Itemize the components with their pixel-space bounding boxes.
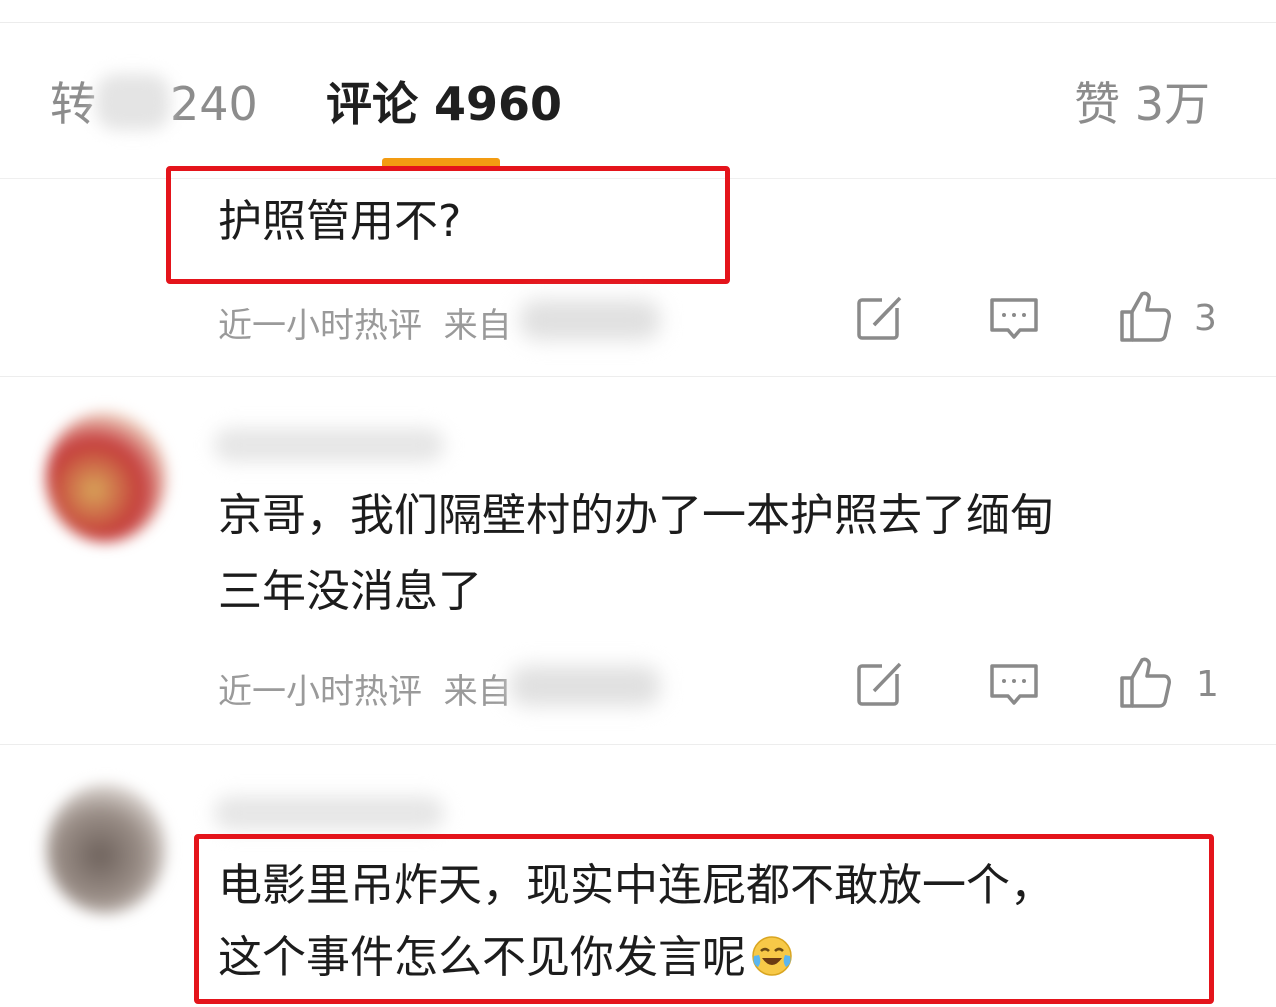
comment-text-line-1: 电影里吊炸天，现实中连屁都不敢放一个， (218, 860, 1054, 911)
tab-reposts-count: 240 (170, 77, 258, 131)
comment-time: 近一小时热评 来自 (218, 298, 512, 347)
like-icon[interactable] (1118, 288, 1174, 344)
laugh-cry-emoji-icon (752, 936, 792, 976)
tab-comments[interactable]: 评论 4960 (326, 78, 562, 130)
comment-text-line-1: 京哥，我们隔壁村的办了一本护照去了缅甸 (218, 490, 1054, 541)
comment-divider (0, 376, 1276, 377)
comment-text-line-2: 三年没消息了 (218, 566, 482, 617)
like-count: 1 (1196, 664, 1219, 705)
blurred-text (96, 74, 170, 130)
top-divider (0, 22, 1276, 23)
comment-time-label: 近一小时热评 (218, 306, 422, 346)
like-icon[interactable] (1118, 654, 1174, 710)
tab-likes[interactable]: 赞 3万 (1074, 78, 1210, 130)
comment-source: 来自 (443, 672, 512, 712)
tab-reposts-label: 转 (50, 77, 96, 131)
comment-text: 护照管用不? (218, 196, 462, 247)
blurred-username[interactable] (214, 796, 444, 830)
like-count: 3 (1194, 298, 1217, 339)
comment-divider (0, 744, 1276, 745)
comment-text-line-2: 这个事件怎么不见你发言呢 (218, 922, 794, 994)
blurred-source (520, 300, 660, 340)
comment-source: 来自 (443, 306, 512, 346)
reply-icon[interactable] (988, 658, 1040, 710)
tab-bar: 转 240 评论 4960 赞 3万 (0, 60, 1276, 168)
repost-icon[interactable] (854, 658, 906, 710)
comment-time: 近一小时热评 来自 (218, 664, 512, 713)
repost-icon[interactable] (854, 292, 906, 344)
avatar[interactable] (46, 784, 166, 914)
avatar[interactable] (46, 412, 166, 542)
comment-time-label: 近一小时热评 (218, 672, 422, 712)
comment-text-line-2-text: 这个事件怎么不见你发言呢 (218, 932, 746, 983)
blurred-source (510, 666, 660, 706)
blurred-username[interactable] (214, 428, 444, 462)
reply-icon[interactable] (988, 292, 1040, 344)
